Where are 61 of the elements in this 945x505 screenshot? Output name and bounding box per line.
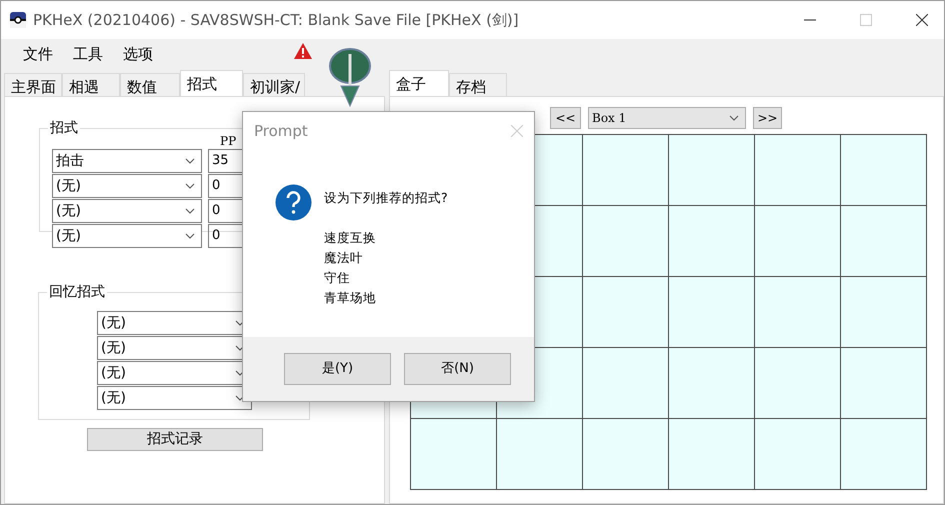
tab[interactable]: 主界面 bbox=[4, 73, 62, 97]
box-slot[interactable] bbox=[496, 418, 583, 490]
tab[interactable]: 招式 bbox=[180, 70, 243, 97]
box-slot[interactable] bbox=[668, 418, 755, 490]
tab[interactable]: 初训家/ bbox=[243, 73, 305, 97]
dropdown-icon bbox=[185, 158, 195, 164]
menu-item[interactable]: 选项 bbox=[113, 40, 163, 68]
move-name: 魔法叶 bbox=[324, 249, 364, 267]
dialog-message: 设为下列推荐的招式? bbox=[324, 189, 448, 207]
box-slot[interactable] bbox=[582, 205, 669, 277]
menu-item[interactable]: 工具 bbox=[63, 40, 113, 68]
box-slot[interactable] bbox=[840, 205, 927, 277]
column-header: PP bbox=[220, 133, 236, 150]
move-dropdown[interactable]: (无) bbox=[52, 199, 202, 223]
box-slot[interactable] bbox=[668, 347, 755, 419]
box-slot[interactable] bbox=[754, 347, 841, 419]
box-slot[interactable] bbox=[582, 134, 669, 206]
move-name: 青草场地 bbox=[324, 289, 377, 307]
box-slot[interactable] bbox=[754, 205, 841, 277]
move-name: 守住 bbox=[324, 269, 351, 287]
next-box-button[interactable]: >> bbox=[753, 107, 782, 129]
box-slot[interactable] bbox=[754, 134, 841, 206]
dropdown-icon bbox=[185, 233, 195, 239]
tab[interactable]: 数值 bbox=[120, 73, 180, 97]
move-dropdown[interactable]: (无) bbox=[52, 174, 202, 198]
maximize-icon bbox=[860, 14, 872, 26]
box-slot[interactable] bbox=[754, 418, 841, 490]
question-icon bbox=[275, 184, 312, 221]
dialog-button[interactable]: 是(Y) bbox=[284, 353, 391, 385]
dropdown-icon bbox=[185, 183, 195, 189]
box-slot[interactable] bbox=[410, 418, 497, 490]
box-slot[interactable] bbox=[754, 276, 841, 348]
box-slot[interactable] bbox=[840, 418, 927, 490]
close-icon[interactable] bbox=[916, 14, 928, 26]
box-slot[interactable] bbox=[840, 134, 927, 206]
warning-icon[interactable] bbox=[293, 42, 313, 60]
move-name: 速度互换 bbox=[324, 229, 377, 247]
move-dropdown[interactable]: (无) bbox=[52, 224, 202, 248]
box-slot[interactable] bbox=[668, 276, 755, 348]
move-dropdown[interactable]: 拍击 bbox=[52, 149, 202, 173]
app-icon bbox=[9, 11, 27, 29]
previous-box-button[interactable]: << bbox=[550, 107, 581, 129]
tab[interactable]: 存档 bbox=[449, 73, 507, 97]
box-slot[interactable] bbox=[840, 347, 927, 419]
box-slot[interactable] bbox=[582, 347, 669, 419]
box-dropdown[interactable]: Box 1 bbox=[588, 107, 746, 129]
dialog-button[interactable]: 否(N) bbox=[404, 353, 511, 385]
move-log-button[interactable]: 招式记录 bbox=[87, 428, 263, 451]
dialog-title: Prompt bbox=[254, 120, 308, 142]
box-slot[interactable] bbox=[668, 205, 755, 277]
box-slot[interactable] bbox=[840, 276, 927, 348]
tab[interactable]: 相遇 bbox=[62, 73, 120, 97]
box-slot[interactable] bbox=[668, 134, 755, 206]
window-title: PKHeX (20210406) - SAV8SWSH-CT: Blank Save File [PKHeX (剑)] bbox=[33, 10, 519, 31]
menu-item[interactable]: 文件 bbox=[13, 40, 63, 68]
box-slot[interactable] bbox=[582, 418, 669, 490]
dropdown-icon bbox=[185, 208, 195, 214]
dropdown-icon bbox=[729, 115, 739, 121]
tab[interactable]: 盒子 bbox=[389, 70, 449, 97]
box-slot[interactable] bbox=[582, 276, 669, 348]
move-dropdown[interactable]: (无) bbox=[97, 386, 252, 410]
